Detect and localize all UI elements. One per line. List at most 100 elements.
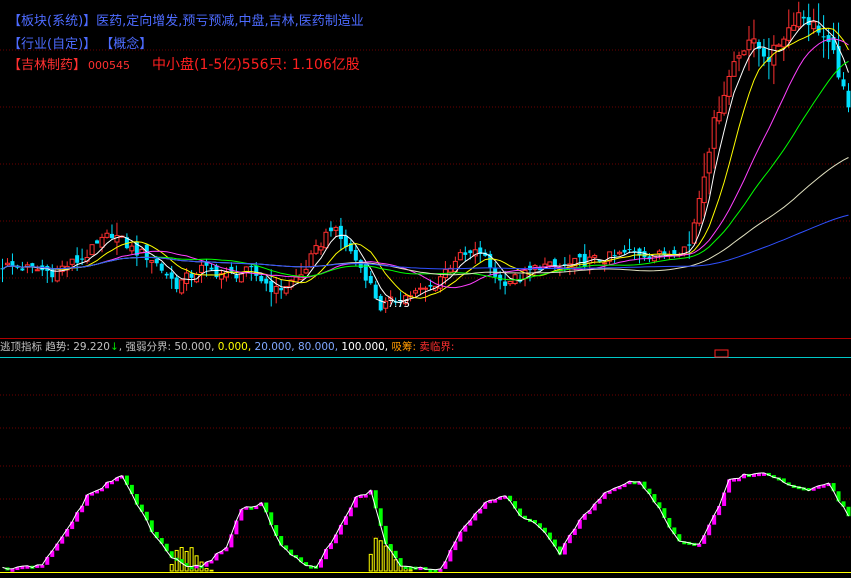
candle-body-down	[846, 90, 851, 108]
absorb-bar	[368, 553, 373, 572]
bound-80: 80.000,	[297, 341, 339, 353]
absorb-bar	[373, 537, 378, 572]
candle-body-up	[696, 198, 702, 224]
candle-body-down	[841, 79, 846, 87]
candle-body-up	[54, 268, 60, 282]
candle-body-up	[114, 235, 120, 243]
candle-body-down	[20, 268, 25, 271]
osc-bar-down	[269, 512, 274, 526]
candle-body-up	[741, 50, 747, 56]
osc-bar-up	[707, 524, 712, 536]
trend-value: 29.220	[73, 341, 110, 353]
osc-bar-down	[169, 551, 174, 558]
candle-body-up	[179, 279, 185, 294]
indicator-name: 逃顶指标	[0, 341, 42, 353]
candle-body-down	[169, 272, 174, 279]
candle-body-up	[238, 273, 244, 283]
candle-body-down	[30, 263, 35, 267]
osc-bar-up	[572, 528, 577, 535]
candle-body-down	[75, 255, 80, 263]
osc-bar-down	[667, 517, 672, 528]
candle-body-down	[159, 263, 164, 271]
candle-body-down	[249, 265, 254, 268]
osc-bar-up	[343, 516, 348, 525]
candle-body-up	[711, 117, 717, 149]
candle-body-down	[622, 249, 627, 253]
candle-body-down	[642, 251, 647, 258]
candle-body-up	[333, 226, 339, 231]
absorb-bar	[408, 569, 413, 572]
osc-bar-down	[274, 525, 279, 537]
candle-body-down	[821, 36, 826, 38]
osc-bar-up	[567, 534, 572, 544]
candle-body-down	[109, 233, 114, 239]
absorb-bar	[204, 568, 209, 572]
osc-bar-up	[318, 559, 323, 568]
candle-body-up	[318, 246, 324, 251]
candle-body-up	[313, 245, 319, 254]
candle-body-down	[259, 276, 264, 282]
candle-body-up	[592, 255, 598, 258]
indicator-line: 逃顶指标 趋势: 29.220↓, 强弱分界: 50.000, 0.000, 2…	[0, 341, 455, 353]
osc-bar-down	[831, 483, 836, 492]
osc-bar-up	[85, 494, 90, 506]
candle-body-down	[353, 249, 358, 261]
osc-bar-down	[279, 536, 284, 546]
osc-bar-down	[513, 501, 518, 509]
osc-bar-up	[722, 492, 727, 506]
osc-bar-up	[338, 524, 343, 535]
trend-label: 趋势:	[45, 341, 70, 353]
osc-bar-down	[393, 550, 398, 559]
candle-body-up	[303, 268, 309, 274]
osc-bar-up	[70, 521, 75, 530]
absorb-bar	[184, 550, 189, 572]
bound-100: 100.000,	[341, 341, 389, 353]
sector-info: 【板块(系统)】医药,定向增发,预亏预减,中盘,吉林,医药制造业	[8, 14, 364, 29]
osc-bar-up	[323, 549, 328, 560]
candle-body-down	[801, 16, 806, 19]
candle-body-up	[781, 38, 787, 48]
candle-body-down	[632, 250, 637, 252]
low-annotation-label-0: 7.75	[388, 299, 410, 310]
candle-body-up	[776, 44, 782, 47]
candle-body-down	[468, 250, 473, 254]
candle-body-up	[731, 61, 737, 77]
osc-bar-down	[642, 481, 647, 489]
candle-body-up	[104, 232, 110, 238]
candle-body-down	[761, 48, 766, 57]
candle-body-up	[751, 38, 757, 44]
cap-summary: 中小盘(1-5亿)556只: 1.106亿股	[152, 57, 360, 73]
osc-bar-up	[214, 553, 219, 561]
osc-bar-up	[483, 502, 488, 509]
osc-bar-down	[134, 494, 139, 505]
candle-body-up	[706, 151, 712, 174]
bound-20: 20.000,	[254, 341, 295, 353]
candle-body-up	[791, 24, 797, 31]
candle-body-down	[463, 252, 468, 255]
osc-bar-up	[562, 543, 567, 555]
osc-bar-down	[144, 511, 149, 521]
osc-bar-down	[383, 525, 388, 545]
osc-bar-down	[552, 539, 557, 547]
osc-bar-down	[378, 508, 383, 526]
trend-arrow-icon: ↓	[109, 341, 119, 353]
osc-bar-up	[65, 529, 70, 537]
osc-bar-down	[149, 520, 154, 532]
osc-bar-up	[727, 479, 732, 493]
osc-bar-down	[124, 475, 129, 485]
candle-body-up	[149, 260, 155, 263]
candle-body-up	[69, 258, 75, 265]
candle-body-up	[293, 276, 299, 283]
candle-body-up	[691, 222, 697, 244]
candle-body-up	[602, 262, 608, 265]
osc-bar-up	[702, 535, 707, 544]
candle-body-up	[786, 27, 792, 41]
candle-body-down	[687, 244, 692, 246]
osc-bar-down	[846, 506, 851, 517]
absorb-bar	[169, 564, 174, 572]
candle-body-down	[627, 249, 632, 251]
osc-bar-up	[229, 534, 234, 548]
osc-bar-down	[388, 544, 393, 551]
osc-bar-down	[836, 491, 841, 502]
osc-bar-up	[239, 509, 244, 521]
